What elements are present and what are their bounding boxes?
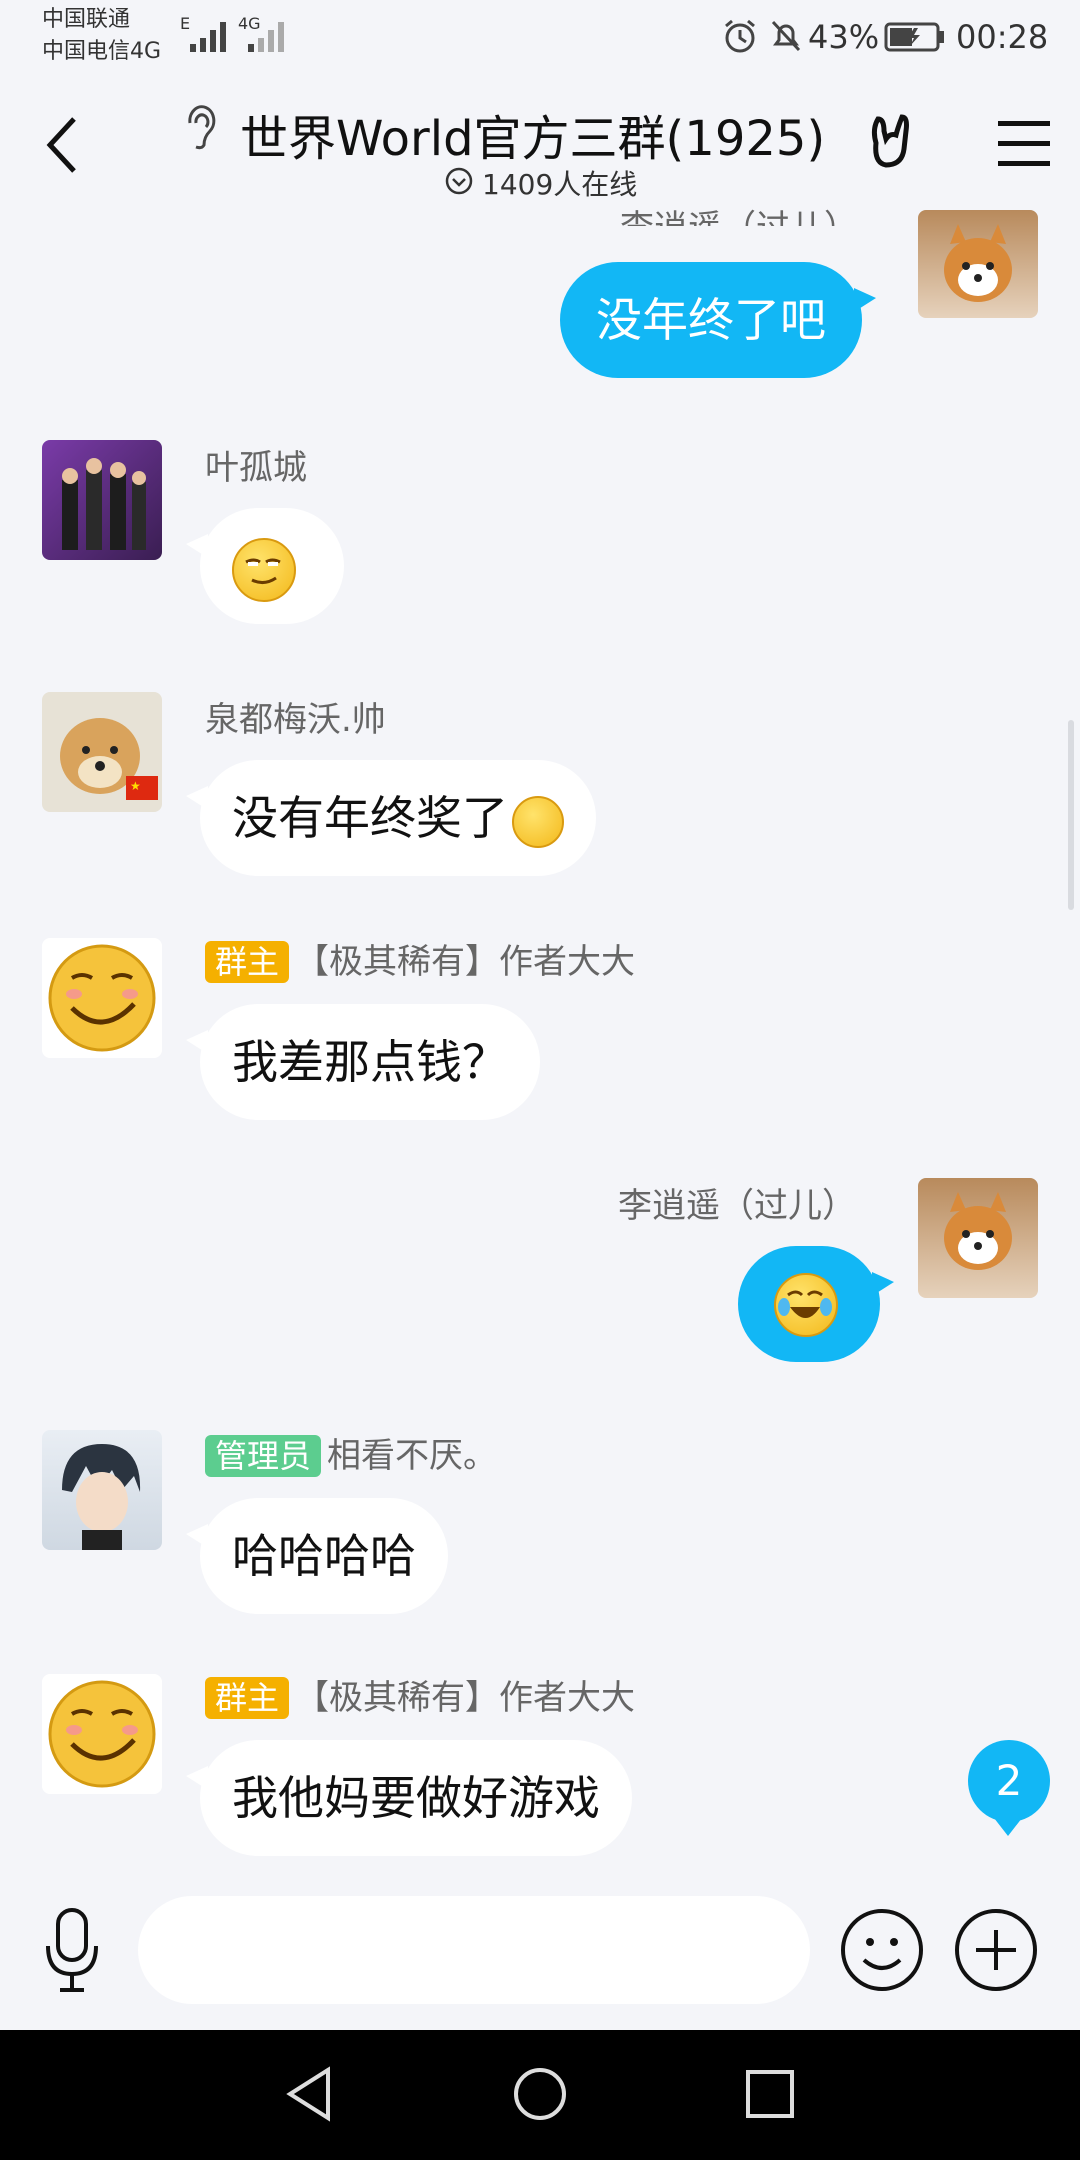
message-bubble-incoming[interactable]: 我他妈要做好游戏 — [186, 1740, 632, 1856]
sender-name: 【极其稀有】作者大大 — [295, 942, 636, 982]
microphone-icon[interactable] — [40, 1906, 104, 1994]
carrier-2: 中国电信4G — [42, 39, 162, 64]
admin-tag: 管理员 — [205, 1435, 322, 1477]
ear-icon — [188, 105, 216, 150]
alarm-icon — [725, 19, 755, 53]
sender-name: 相看不厌。 — [327, 1436, 498, 1476]
message-input[interactable] — [138, 1896, 810, 2004]
smirk-emoji-icon — [232, 537, 296, 602]
owner-tag: 群主 — [205, 1677, 290, 1719]
sender-name: 泉都梅沃.帅 — [205, 700, 386, 740]
sender-name: 叶孤城 — [205, 448, 307, 488]
avatar-girl-group[interactable] — [42, 440, 162, 560]
emoji-face-icon[interactable] — [838, 1906, 926, 1994]
chat-header: 世界World官方三群(1925) 1409人在线 — [0, 75, 1080, 210]
nav-home-icon[interactable] — [512, 2066, 568, 2122]
avatar-anime-boy[interactable] — [42, 1430, 162, 1550]
carrier-1: 中国联通 — [42, 7, 131, 32]
avatar-smiley[interactable] — [42, 1674, 162, 1794]
clock: 00:28 — [956, 18, 1049, 56]
avatar-smiley[interactable] — [42, 938, 162, 1058]
input-bar — [0, 1870, 1080, 2030]
owner-tag: 群主 — [205, 941, 290, 983]
message-bubble-emoji[interactable] — [186, 508, 344, 624]
svg-text:★: ★ — [130, 779, 141, 793]
message-bubble-incoming[interactable]: 哈哈哈哈 — [186, 1498, 448, 1614]
mute-bell-icon — [771, 20, 801, 52]
sender-line: 群主 【极其稀有】作者大大 — [205, 934, 635, 983]
avatar-doge[interactable]: ★ — [42, 692, 162, 812]
plus-icon[interactable] — [952, 1906, 1040, 1994]
scrollbar[interactable] — [1068, 720, 1074, 910]
chat-title: 世界World官方三群(1925) — [240, 111, 826, 167]
nav-recents-icon[interactable] — [744, 2068, 796, 2120]
signal-icon-1 — [190, 22, 226, 52]
sender-name: 【极其稀有】作者大大 — [295, 1678, 636, 1718]
signal-icon-2 — [248, 22, 284, 52]
avatar-shiba-dog[interactable] — [918, 210, 1038, 318]
smirk-emoji-icon — [512, 795, 564, 848]
message-text: 没有年终奖了 — [232, 791, 508, 845]
back-arrow-icon[interactable] — [42, 115, 82, 175]
message-bubble-incoming[interactable]: 我差那点钱？ — [186, 1004, 540, 1120]
sender-line: 管理员 相看不厌。 — [205, 1428, 497, 1477]
battery-icon — [884, 22, 944, 52]
message-bubble-incoming[interactable]: 没有年终奖了 — [186, 760, 596, 876]
nav-back-icon[interactable] — [284, 2066, 334, 2122]
avatar-shiba-dog[interactable] — [918, 1178, 1038, 1298]
rock-hand-icon[interactable] — [862, 109, 926, 173]
message-bubble-outgoing[interactable]: 没年终了吧 — [560, 262, 876, 378]
status-bar: 中国联通 中国电信4G E 4G 43% 00:28 — [0, 0, 1080, 75]
battery-percent: 43% — [808, 18, 880, 56]
online-count: 1409人在线 — [482, 168, 638, 201]
online-check-icon — [445, 167, 473, 195]
menu-icon[interactable] — [996, 119, 1052, 167]
system-navigation-bar — [0, 2030, 1080, 2160]
tears-of-joy-emoji-icon — [774, 1272, 838, 1337]
sender-name-clipped: 李逍遥（过儿） — [620, 200, 858, 226]
message-bubble-outgoing-emoji[interactable] — [738, 1246, 894, 1362]
unread-count-badge[interactable]: 2 — [968, 1740, 1050, 1836]
sender-name: 李逍遥（过儿） — [618, 1186, 856, 1226]
sender-line: 群主 【极其稀有】作者大大 — [205, 1670, 635, 1719]
